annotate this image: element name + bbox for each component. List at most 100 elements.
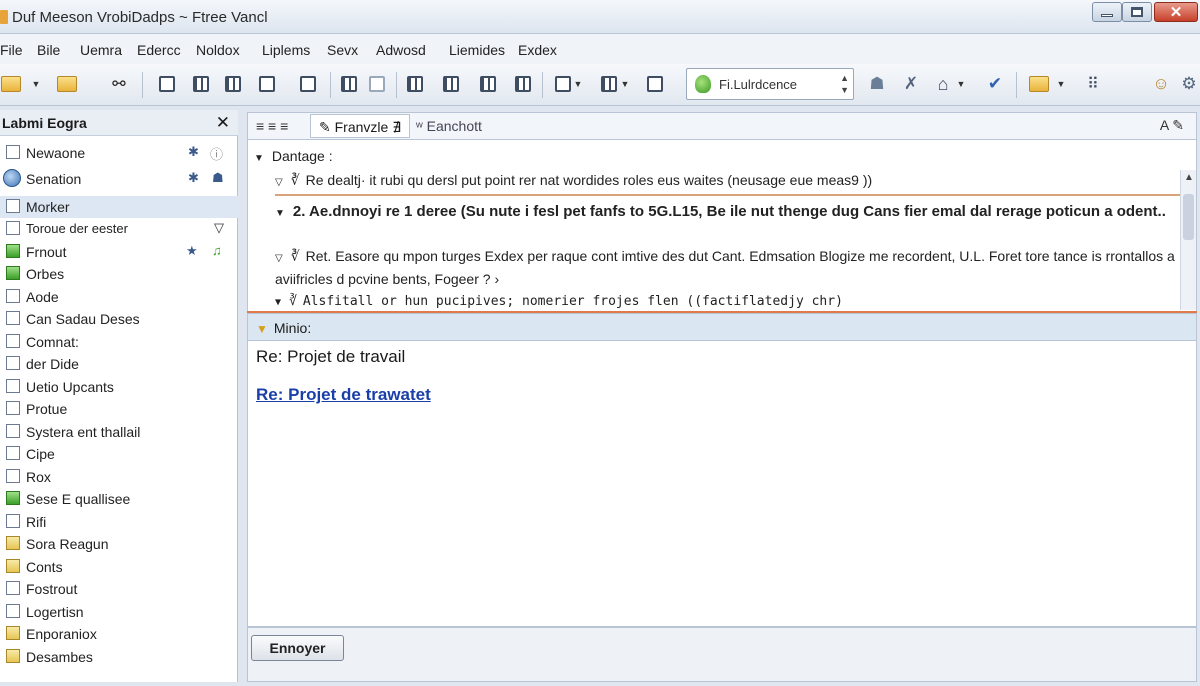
folder-item[interactable]: Cipe: [0, 443, 238, 465]
folder-item[interactable]: Aode: [0, 286, 238, 308]
menu-item-exdex[interactable]: Exdex: [518, 42, 557, 58]
share-icon[interactable]: ☗: [212, 170, 224, 186]
reply-all-icon[interactable]: [190, 73, 212, 95]
grid-icon[interactable]: [512, 73, 534, 95]
folder-label: der Dide: [26, 356, 79, 372]
folder-item[interactable]: Desambes: [0, 646, 238, 668]
menu-item-sevx[interactable]: Sevx: [327, 42, 358, 58]
tab-list[interactable]: ≡ ≡ ≡: [256, 118, 288, 134]
forward-icon[interactable]: [222, 73, 244, 95]
folder-item[interactable]: Uetio Upcants: [0, 376, 238, 398]
folder-item[interactable]: Rox: [0, 466, 238, 488]
account-combo[interactable]: Fi.Lulrdcence ▲ ▼: [686, 68, 854, 100]
menu-item-bile[interactable]: Bile: [37, 42, 60, 58]
flag-icon[interactable]: [552, 73, 574, 95]
reply-icon[interactable]: [156, 73, 178, 95]
folder-item[interactable]: Systera ent thallail: [0, 421, 238, 443]
folder-item[interactable]: Protue: [0, 398, 238, 420]
group-header[interactable]: ▼ Dantage :: [254, 148, 333, 164]
tab-franvzle[interactable]: ✎ Franvzle ∄: [310, 114, 411, 138]
contacts-icon[interactable]: ☗: [866, 73, 888, 95]
folder-up-icon[interactable]: [1028, 73, 1050, 95]
folder-item[interactable]: Senation ✱ ☗: [0, 168, 238, 190]
columns-icon[interactable]: [440, 73, 462, 95]
scroll-up-icon[interactable]: ▲: [1184, 172, 1194, 183]
open-folder-icon[interactable]: [0, 73, 22, 95]
font-tools-icon[interactable]: A ✎: [1160, 117, 1184, 134]
folder-icon: [6, 559, 20, 573]
grid-icon[interactable]: [338, 73, 360, 95]
minimize-button[interactable]: [1092, 2, 1122, 22]
spinner-icon[interactable]: ▲ ▼: [840, 72, 849, 96]
message-row[interactable]: ▼ ∛ Alsfitall or hun pucipives; nomerier f…: [275, 294, 1181, 312]
apps-icon[interactable]: ⠿: [1082, 73, 1104, 95]
preview-header-label[interactable]: ▼ Minio:: [256, 320, 311, 336]
message-subject: Re: Projet de travail: [256, 347, 406, 366]
menu-item-liplems[interactable]: Liplems: [262, 42, 310, 58]
menu-item-liemides[interactable]: Liemides: [449, 42, 505, 58]
folder-item[interactable]: Conts: [0, 556, 238, 578]
folder-item[interactable]: Orbes: [0, 263, 238, 285]
page-icon[interactable]: [297, 73, 319, 95]
maximize-button[interactable]: [1122, 2, 1152, 22]
menu-item-adwosd[interactable]: Adwosd: [376, 42, 426, 58]
folder-item[interactable]: Frnout ★ ♫: [0, 241, 238, 263]
folder-item[interactable]: Can Sadau Deses: [0, 308, 238, 330]
close-button[interactable]: ✕: [1154, 2, 1198, 22]
dropdown-caret-icon[interactable]: ▼: [572, 73, 584, 95]
message-link[interactable]: Re: Projet de trawatet: [256, 385, 431, 405]
star-icon[interactable]: ★: [186, 243, 198, 259]
folder-item[interactable]: Comnat:: [0, 331, 238, 353]
check-icon[interactable]: ✔: [984, 73, 1006, 95]
folder-item[interactable]: Enporaniox: [0, 623, 238, 645]
folder-item[interactable]: Newaone ✱ ⓘ: [0, 142, 238, 164]
tab-eanchott[interactable]: ʷ Eanchott: [416, 118, 482, 134]
address-book-icon[interactable]: [644, 73, 666, 95]
dropdown-caret-icon[interactable]: ▼: [955, 73, 967, 95]
user-icon[interactable]: ☺: [1150, 73, 1172, 95]
toolbar-separator: [142, 72, 143, 98]
person-icon[interactable]: ✗: [900, 73, 922, 95]
message-row[interactable]: ▽ ∛ Ret. Easore qu mpon turges Exdex per r…: [275, 246, 1181, 290]
category-icon[interactable]: [598, 73, 620, 95]
dropdown-caret-icon[interactable]: ▼: [30, 73, 42, 95]
settings-icon[interactable]: ⚙: [1178, 73, 1200, 95]
link-icon[interactable]: ⚯: [108, 73, 130, 95]
folder-item[interactable]: Rifi: [0, 511, 238, 533]
send-button[interactable]: Ennoyer: [251, 635, 344, 661]
dropdown-caret-icon[interactable]: ▼: [1055, 73, 1067, 95]
folder-label: Sese E quallisee: [26, 491, 131, 507]
pin-icon[interactable]: ✱: [188, 144, 199, 160]
leaf-icon[interactable]: ♫: [212, 243, 222, 258]
folder-item[interactable]: Toroue der eester ▽: [0, 218, 238, 240]
folder-icon: [6, 401, 20, 415]
print-icon[interactable]: [256, 73, 278, 95]
pin-icon[interactable]: ✱: [188, 170, 199, 186]
chevron-down-icon[interactable]: ▽: [214, 220, 224, 236]
menu-item-file[interactable]: File: [0, 42, 23, 58]
folder-item[interactable]: Logertisn: [0, 601, 238, 623]
message-text: 2. Ae.dnnoyi re 1 deree (Su nute i fesl …: [292, 203, 1166, 220]
home-icon[interactable]: ⌂: [932, 73, 954, 95]
scroll-thumb[interactable]: [1183, 194, 1194, 240]
menu-item-uemra[interactable]: Uemra: [80, 42, 122, 58]
menu-item-noldox[interactable]: Noldox: [196, 42, 240, 58]
message-row[interactable]: ▼ 2. Ae.dnnoyi re 1 deree (Su nute i fesl…: [275, 202, 1181, 242]
folder-item[interactable]: Sese E quallisee: [0, 488, 238, 510]
close-pane-icon[interactable]: ✕: [216, 113, 230, 133]
dropdown-caret-icon[interactable]: ▼: [619, 73, 631, 95]
message-row[interactable]: ▽ ∛ Re dealtj· it rubi qu dersl put point …: [275, 172, 1181, 196]
folder-icon[interactable]: [56, 73, 78, 95]
folder-item[interactable]: Morker: [0, 196, 238, 218]
menu-item-edercc[interactable]: Edercc: [137, 42, 181, 58]
blank-icon[interactable]: [366, 73, 388, 95]
folder-item[interactable]: der Dide: [0, 353, 238, 375]
globe-icon: [3, 169, 21, 187]
folder-item[interactable]: Fostrout: [0, 578, 238, 600]
folder-icon: [6, 469, 20, 483]
info-icon[interactable]: ⓘ: [210, 144, 223, 163]
list-icon[interactable]: [477, 73, 499, 95]
table-icon[interactable]: [404, 73, 426, 95]
vertical-scrollbar[interactable]: ▲: [1180, 170, 1196, 310]
folder-item[interactable]: Sora Reagun: [0, 533, 238, 555]
